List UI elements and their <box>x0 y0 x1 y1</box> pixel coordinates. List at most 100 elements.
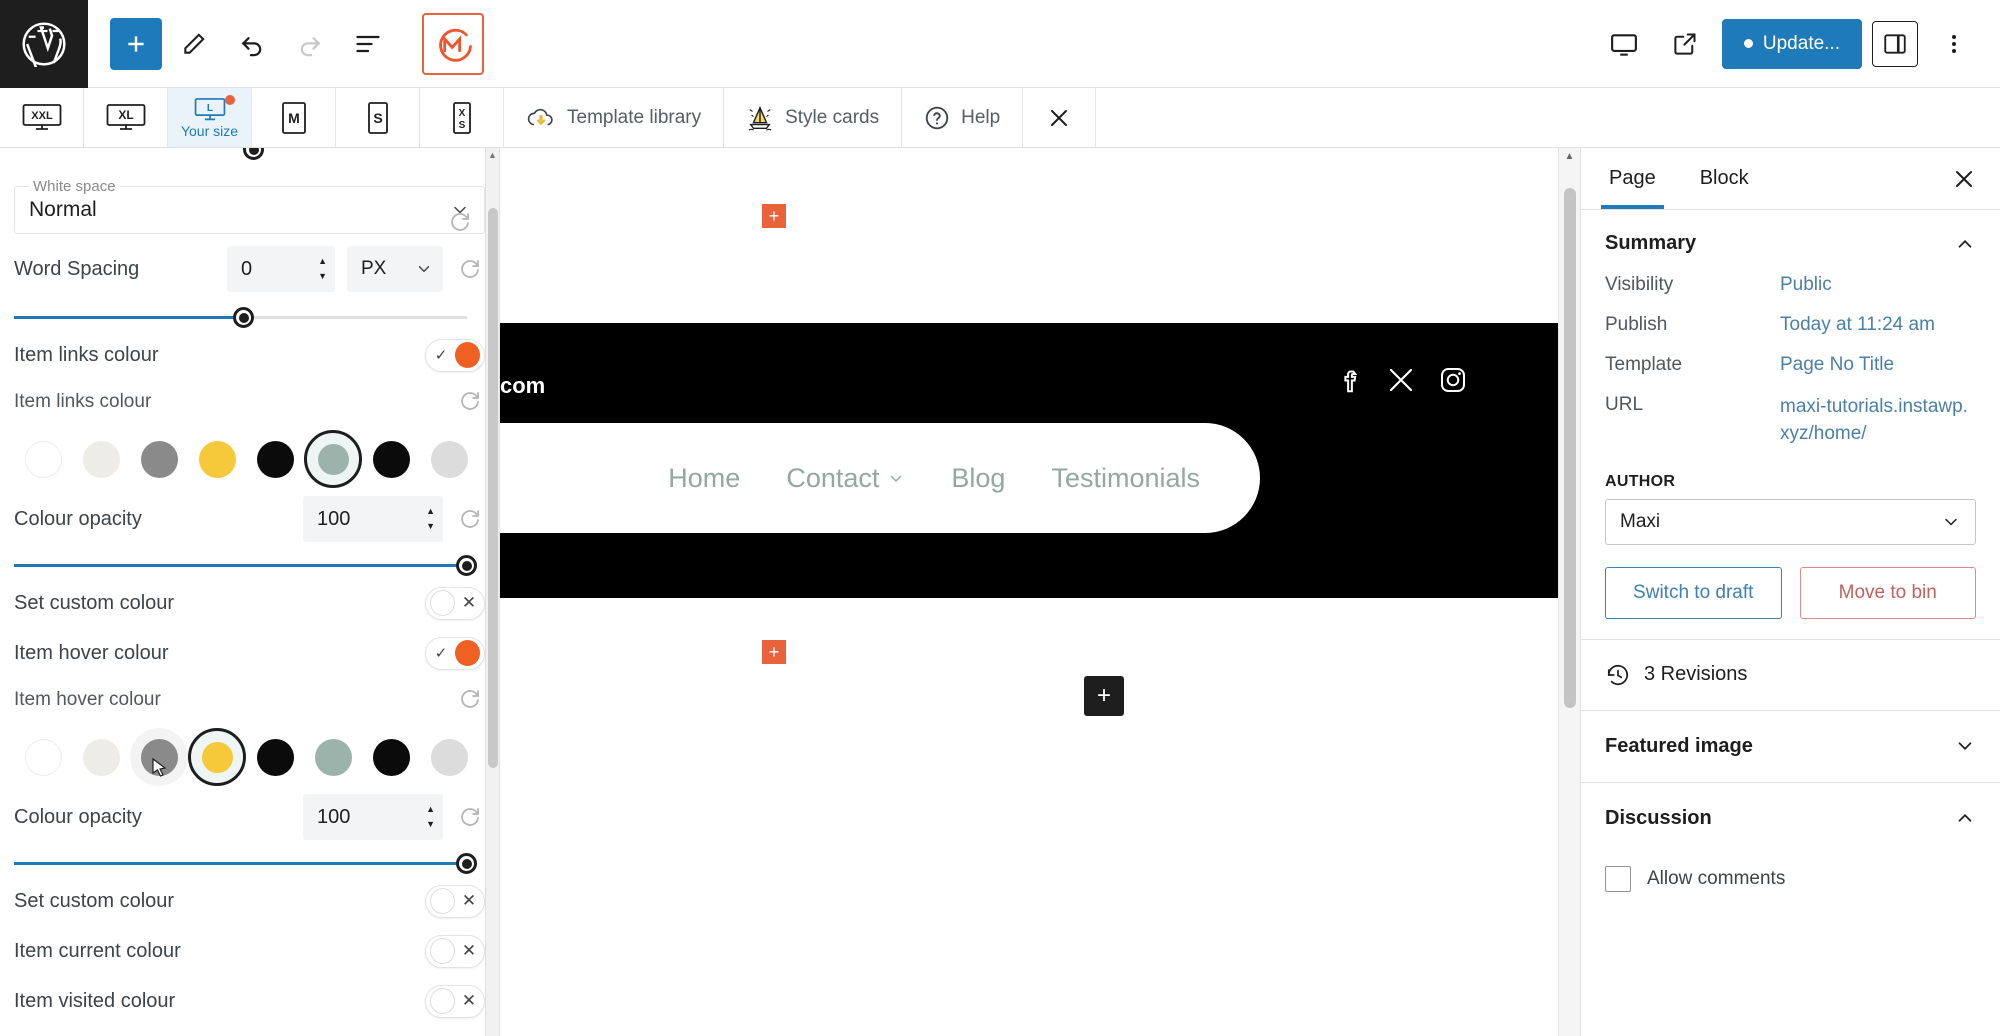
item-links-opacity-input[interactable]: 100 ▲ ▼ <box>303 496 443 542</box>
stepper-down-icon[interactable]: ▼ <box>318 272 327 281</box>
word-spacing-stepper[interactable]: ▲ ▼ <box>318 257 327 281</box>
item-hover-opacity-input[interactable]: 100 ▲ ▼ <box>303 794 443 840</box>
canvas-scrollbar[interactable]: ▲ <box>1558 148 1580 1036</box>
partial-slider-top[interactable] <box>14 148 485 166</box>
item-current-colour-toggle[interactable]: ✕ <box>425 934 485 968</box>
item-hover-colour-swatch-1[interactable] <box>72 728 130 786</box>
breakpoint-xs[interactable]: X S <box>420 88 504 147</box>
add-block-button[interactable] <box>110 17 162 70</box>
help-button[interactable]: Help <box>902 88 1024 147</box>
item-links-colour-swatch-4[interactable] <box>246 430 304 488</box>
item-links-colour-swatch-0[interactable] <box>14 430 72 488</box>
view-button[interactable] <box>1598 18 1650 70</box>
item-links-colour-toggle[interactable]: ✓ <box>425 338 485 372</box>
breakpoint-xl[interactable]: XL <box>84 88 168 147</box>
url-value[interactable]: maxi-tutorials.instawp.xyz/home/ <box>1780 394 1970 448</box>
item-links-opacity-reset-button[interactable] <box>455 507 485 531</box>
template-value[interactable]: Page No Title <box>1780 354 1894 376</box>
item-links-colour-swatch-3[interactable] <box>188 430 246 488</box>
item-links-colour-swatches[interactable] <box>14 422 485 494</box>
stepper-down-icon[interactable]: ▼ <box>426 820 435 829</box>
item-links-colour-swatch-5[interactable] <box>304 430 362 488</box>
item-links-colour-swatch-7[interactable] <box>420 430 478 488</box>
author-select[interactable]: Maxi <box>1605 498 1976 545</box>
breakpoint-xxl[interactable]: XXL <box>0 88 84 147</box>
close-maxi-toolbar-button[interactable] <box>1023 88 1097 147</box>
word-spacing-unit-select[interactable]: PX <box>347 246 443 292</box>
canvas-add-block-button[interactable]: + <box>1084 676 1124 716</box>
switch-to-draft-button[interactable]: Switch to draft <box>1605 566 1782 619</box>
item-links-colour-swatch-2[interactable] <box>130 430 188 488</box>
stepper-up-icon[interactable]: ▲ <box>318 257 327 266</box>
undo-button[interactable] <box>226 18 278 70</box>
scroll-up-arrow-icon[interactable]: ▲ <box>486 148 499 162</box>
block-inserter-marker-top[interactable]: + <box>762 204 786 228</box>
item-hover-colour-swatch-4[interactable] <box>246 728 304 786</box>
item-hover-colour-swatch-6[interactable] <box>362 728 420 786</box>
tab-page[interactable]: Page <box>1587 148 1678 209</box>
slider-knob[interactable] <box>233 307 254 328</box>
list-view-button[interactable] <box>342 18 394 70</box>
item-links-colour-swatch-6[interactable] <box>362 430 420 488</box>
discussion-section[interactable]: Discussion <box>1581 783 2000 854</box>
item-hover-opacity-slider[interactable] <box>14 842 485 876</box>
item-hover-colour-swatch-5[interactable] <box>304 728 362 786</box>
word-spacing-slider[interactable] <box>14 294 485 330</box>
opacity-stepper[interactable]: ▲ ▼ <box>426 507 435 531</box>
nav-item-blog[interactable]: Blog <box>951 463 1005 494</box>
item-links-custom-colour-toggle[interactable]: ✕ <box>425 586 485 620</box>
maxi-blocks-button[interactable] <box>422 12 484 75</box>
item-hover-colour-swatches[interactable] <box>14 720 485 792</box>
chevron-up-icon[interactable] <box>1954 233 1976 255</box>
publish-value[interactable]: Today at 11:24 am <box>1780 314 1935 336</box>
close-sidebar-button[interactable] <box>1934 167 1994 191</box>
allow-comments-checkbox[interactable] <box>1605 865 1631 892</box>
block-inserter-marker-bottom[interactable]: + <box>762 640 786 664</box>
item-hover-colour-swatch-0[interactable] <box>14 728 72 786</box>
social-icons-group[interactable] <box>1334 365 1468 395</box>
chevron-down-icon[interactable] <box>1954 735 1976 757</box>
white-space-reset-button[interactable] <box>445 210 475 234</box>
summary-section-header[interactable]: Summary <box>1581 210 2000 265</box>
preview-button[interactable] <box>1660 18 1712 70</box>
settings-sidebar-toggle[interactable] <box>1872 20 1918 67</box>
facebook-icon[interactable] <box>1334 365 1364 395</box>
left-panel-scrollbar[interactable]: ▲ <box>485 148 499 1036</box>
nav-item-home[interactable]: Home <box>668 463 740 494</box>
word-spacing-reset-button[interactable] <box>455 257 485 281</box>
scrollbar-thumb[interactable] <box>488 208 498 768</box>
white-space-select[interactable]: White space Normal <box>14 178 485 234</box>
breakpoint-m[interactable]: M <box>252 88 336 147</box>
opacity-stepper[interactable]: ▲ ▼ <box>426 805 435 829</box>
item-hover-custom-colour-toggle[interactable]: ✕ <box>425 884 485 918</box>
redo-button[interactable] <box>284 18 336 70</box>
update-button[interactable]: Update... <box>1721 18 1862 69</box>
slider-knob[interactable] <box>456 853 477 874</box>
breakpoint-s[interactable]: S <box>336 88 420 147</box>
item-hover-colour-swatch-2[interactable] <box>130 728 188 786</box>
tab-block[interactable]: Block <box>1678 148 1771 209</box>
stepper-down-icon[interactable]: ▼ <box>426 522 435 531</box>
nav-item-contact[interactable]: Contact <box>786 463 905 494</box>
slider-knob[interactable] <box>243 148 264 160</box>
breakpoint-l-your-size[interactable]: L Your size <box>168 88 252 147</box>
item-hover-colour-toggle[interactable]: ✓ <box>425 636 485 670</box>
instagram-icon[interactable] <box>1438 365 1468 395</box>
featured-image-section[interactable]: Featured image <box>1581 711 2000 782</box>
word-spacing-input[interactable]: 0 ▲ ▼ <box>227 246 335 292</box>
item-hover-colour-swatch-7[interactable] <box>420 728 478 786</box>
stepper-up-icon[interactable]: ▲ <box>426 507 435 516</box>
slider-knob[interactable] <box>456 555 477 576</box>
wordpress-logo-button[interactable] <box>0 0 88 88</box>
style-cards-button[interactable]: Style cards <box>724 88 903 147</box>
edit-mode-button[interactable] <box>168 18 220 70</box>
nav-item-testimonials[interactable]: Testimonials <box>1051 463 1200 494</box>
stepper-up-icon[interactable]: ▲ <box>426 805 435 814</box>
chevron-up-icon[interactable] <box>1954 807 1976 829</box>
revisions-button[interactable]: 3 Revisions <box>1581 640 2000 710</box>
move-to-bin-button[interactable]: Move to bin <box>1799 566 1976 619</box>
template-library-button[interactable]: Template library <box>504 88 725 147</box>
options-menu-button[interactable] <box>1928 18 1980 70</box>
item-visited-colour-toggle[interactable]: ✕ <box>425 984 485 1018</box>
item-links-opacity-slider[interactable] <box>14 544 485 578</box>
